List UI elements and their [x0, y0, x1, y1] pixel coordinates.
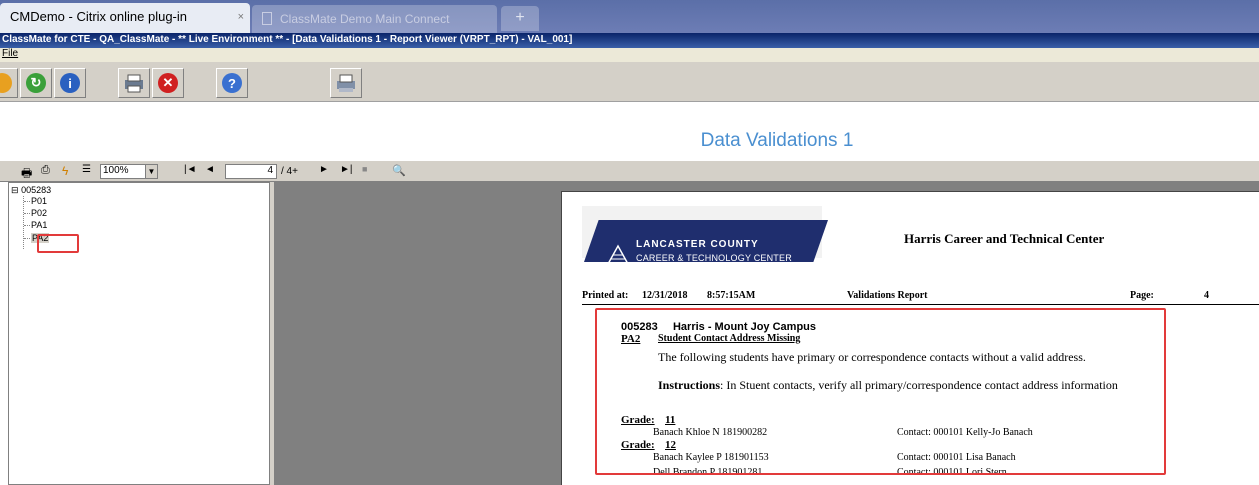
help-button[interactable]: ? — [216, 68, 248, 98]
printed-date: 12/31/2018 — [642, 290, 688, 301]
refresh-lightning-icon[interactable]: ϟ — [62, 164, 68, 178]
citrix-tab-title: CMDemo - Citrix online plug-in — [10, 9, 187, 24]
citrix-tab-strip: CMDemo - Citrix online plug-in × ClassMa… — [0, 0, 1259, 33]
stop-button[interactable]: ■ — [362, 164, 367, 174]
refresh-button[interactable]: ↻ — [20, 68, 52, 98]
tree-connector — [24, 225, 30, 226]
refresh-icon: ↻ — [26, 73, 46, 93]
printed-at-label: Printed at: — [582, 290, 629, 301]
school-logo: LANCASTER COUNTY CAREER & TECHNOLOGY CEN… — [582, 206, 828, 262]
logo-line1: LANCASTER COUNTY — [636, 239, 759, 250]
print-setup-button[interactable] — [118, 68, 150, 98]
prev-page-button[interactable]: ◄ — [205, 164, 215, 175]
main-toolbar: ↻ i ✕ ? — [0, 62, 1259, 102]
close-report-button[interactable]: ✕ — [152, 68, 184, 98]
export-button[interactable] — [330, 68, 362, 98]
first-page-button[interactable]: |◄ — [184, 164, 197, 175]
tree-connector — [23, 196, 24, 249]
tree-connector — [24, 201, 30, 202]
info-icon: i — [60, 73, 80, 93]
tree-root[interactable]: ⊟ 005283 — [11, 185, 51, 196]
highlight-box — [595, 308, 1166, 475]
tree-item-p01[interactable]: P01 — [31, 196, 47, 206]
highlight-box — [37, 234, 79, 253]
logo-mark-icon — [606, 244, 630, 262]
page-number-input[interactable]: 4 — [225, 164, 277, 179]
citrix-tab2-title: ClassMate Demo Main Connect — [280, 12, 450, 26]
tree-item-p02[interactable]: P02 — [31, 208, 47, 218]
chevron-down-icon[interactable]: ▼ — [145, 165, 157, 178]
open-button[interactable] — [0, 68, 18, 98]
document-icon — [262, 12, 272, 25]
header-rule — [582, 304, 1259, 305]
window-title: ClassMate for CTE - QA_ClassMate - ** Li… — [0, 33, 1259, 48]
export-printer-icon — [337, 74, 355, 92]
citrix-tab-cmdemo[interactable]: CMDemo - Citrix online plug-in × — [0, 3, 250, 33]
find-icon[interactable]: 🔍 — [392, 164, 406, 177]
menu-file[interactable]: File — [2, 48, 18, 59]
page-label: Page: — [1130, 290, 1154, 301]
printed-time: 8:57:15AM — [707, 290, 756, 301]
tree-connector — [24, 213, 30, 214]
zoom-select[interactable]: 100% ▼ — [100, 164, 158, 179]
report-title: Data Validations 1 — [700, 130, 854, 151]
group-tree: ⊟ 005283 P01 P02 PA1 PA2 — [8, 182, 270, 485]
report-name: Validations Report — [847, 290, 928, 301]
toggle-tree-icon[interactable]: ☰ — [82, 164, 91, 175]
new-tab-button[interactable]: + — [501, 6, 539, 31]
citrix-tab-classmate[interactable]: ClassMate Demo Main Connect — [252, 5, 497, 33]
last-page-button[interactable]: ►| — [340, 164, 353, 175]
tree-item-pa1[interactable]: PA1 — [31, 220, 47, 230]
next-page-button[interactable]: ► — [319, 164, 329, 175]
tree-root-label: 005283 — [21, 185, 52, 195]
page-total: / 4+ — [281, 166, 298, 177]
printer-icon — [125, 74, 143, 93]
info-button[interactable]: i — [54, 68, 86, 98]
report-page: LANCASTER COUNTY CAREER & TECHNOLOGY CEN… — [561, 191, 1259, 485]
page-number: 4 — [1204, 290, 1209, 301]
viewer-toolbar: 🖶 ⎙ ϟ ☰ 100% ▼ |◄ ◄ 4 / 4+ ► ►| ■ 🔍 — [0, 160, 1259, 182]
tree-toggle-icon[interactable]: ⊟ — [11, 185, 19, 195]
school-name: Harris Career and Technical Center — [904, 231, 1105, 246]
logo-line2: CAREER & TECHNOLOGY CENTER — [636, 253, 792, 263]
zoom-value: 100% — [103, 165, 129, 176]
export-icon[interactable]: ⎙ — [41, 164, 50, 177]
tree-connector — [24, 238, 30, 239]
cancel-icon: ✕ — [158, 73, 178, 93]
folder-icon — [0, 73, 12, 93]
logo-banner: LANCASTER COUNTY CAREER & TECHNOLOGY CEN… — [584, 220, 828, 262]
help-icon: ? — [222, 73, 242, 93]
menu-bar: File — [0, 48, 1259, 62]
close-icon[interactable]: × — [238, 11, 244, 23]
